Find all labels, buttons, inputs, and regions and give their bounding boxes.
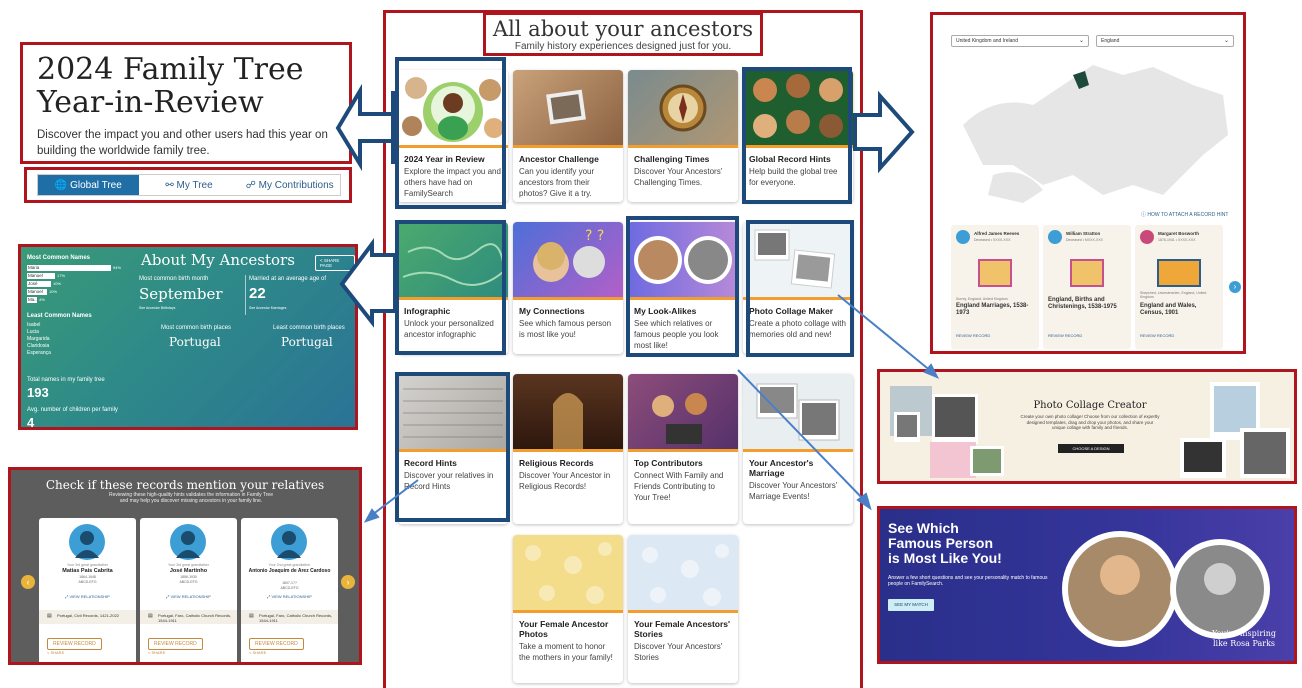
connector-arrows xyxy=(335,83,940,523)
